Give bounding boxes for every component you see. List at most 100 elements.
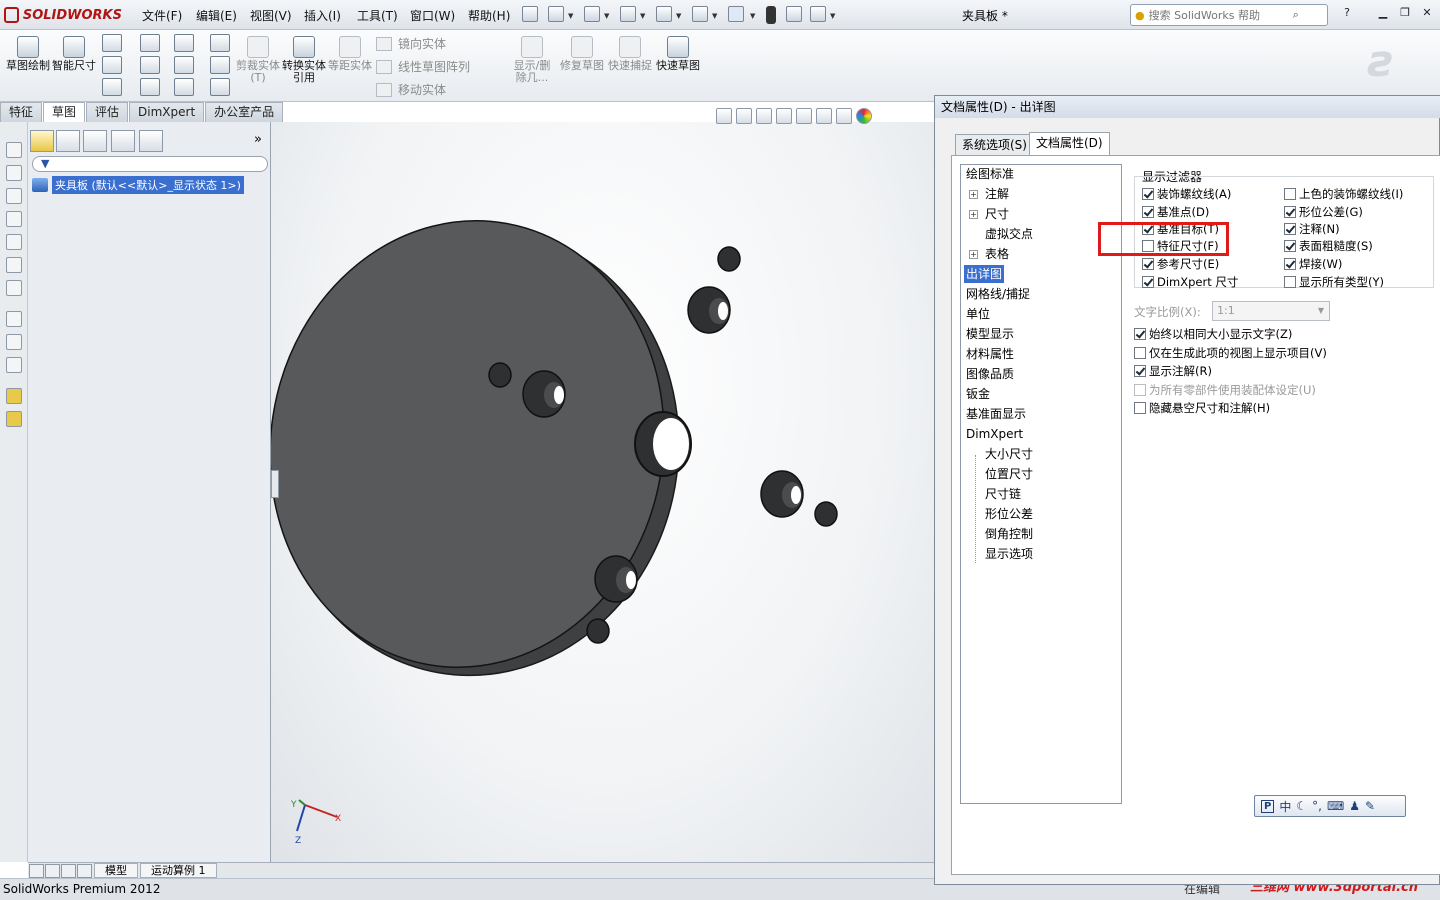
tab-model[interactable]: 模型 (94, 863, 138, 878)
tree-item-sheet-metal[interactable]: 钣金 (966, 385, 990, 403)
tree-item-units[interactable]: 单位 (966, 305, 990, 323)
restore-icon[interactable]: ❐ (1396, 6, 1414, 22)
panel-splitter-handle[interactable] (271, 470, 279, 498)
menu-view[interactable]: 视图(V) (250, 7, 292, 24)
wrench-icon[interactable]: ✎ (1365, 799, 1375, 813)
chevron-down-icon[interactable]: ▼ (640, 12, 645, 20)
tree-item-dimensions[interactable]: 尺寸 (985, 205, 1009, 223)
checkbox[interactable] (1284, 258, 1296, 270)
tab-system-options[interactable]: 系统选项(S) (955, 134, 1034, 155)
checkbox[interactable] (1284, 240, 1296, 252)
moon-icon[interactable]: ☾ (1296, 799, 1307, 813)
tree-item-chamfer-controls[interactable]: 倒角控制 (985, 525, 1033, 543)
extrude-boss-icon[interactable] (6, 142, 22, 158)
previous-view-icon[interactable] (756, 108, 772, 124)
expand-panel-icon[interactable]: » (254, 132, 262, 147)
ime-chinese-mode[interactable]: 中 (1279, 798, 1291, 815)
sweep-icon[interactable] (6, 188, 22, 204)
menu-help[interactable]: 帮助(H) (468, 7, 510, 24)
option-same-size-text[interactable]: 始终以相同大小显示文字(Z) (1134, 326, 1292, 342)
solidworks-logo[interactable]: SOLIDWORKS (4, 4, 122, 26)
option-use-assembly-setting[interactable]: 为所有零部件使用装配体设定(U) (1134, 382, 1316, 398)
edit-sketch-icon[interactable] (6, 311, 22, 327)
extrude-cut-icon[interactable] (6, 234, 22, 250)
spline-tool-icon[interactable] (174, 34, 194, 52)
previous-tab-icon[interactable] (45, 863, 60, 878)
option-display-only-in-view[interactable]: 仅在生成此项的视图上显示项目(V) (1134, 345, 1327, 361)
chevron-down-icon[interactable]: ▼ (604, 12, 609, 20)
polygon-tool-icon[interactable] (140, 78, 160, 96)
smart-dimension-button[interactable]: 智能尺寸 (52, 34, 96, 96)
tree-item-grid-snap[interactable]: 网格线/捕捉 (966, 285, 1030, 303)
last-tab-icon[interactable] (77, 863, 92, 878)
checkbox[interactable] (1284, 206, 1296, 218)
user-icon[interactable]: ♟ (1349, 799, 1360, 813)
filter-display-all-types[interactable]: 显示所有类型(Y) (1284, 274, 1384, 290)
scene-icon[interactable] (6, 411, 22, 427)
first-tab-icon[interactable] (29, 863, 44, 878)
menu-file[interactable]: 文件(F) (142, 7, 182, 24)
filter-geometric-tolerance[interactable]: 形位公差(G) (1284, 204, 1363, 220)
filter-datum-feature[interactable]: 基准点(D) (1142, 204, 1209, 220)
filter-cosmetic-thread[interactable]: 装饰螺纹线(A) (1142, 186, 1231, 202)
filter-reference-dimensions[interactable]: 参考尺寸(E) (1142, 256, 1219, 272)
filter-surface-finish[interactable]: 表面粗糙度(S) (1284, 238, 1373, 254)
search-icon[interactable]: ⌕ (1293, 8, 1299, 22)
fillet-icon[interactable] (6, 280, 22, 296)
filter-welds[interactable]: 焊接(W) (1284, 256, 1342, 272)
checkbox[interactable] (1142, 206, 1154, 218)
tree-item-virtual-sharps[interactable]: 虚拟交点 (985, 225, 1033, 243)
menu-window[interactable]: 窗口(W) (410, 7, 455, 24)
text-scale-select[interactable]: 1:1 ▼ (1212, 301, 1330, 321)
tree-item-image-quality[interactable]: 图像品质 (966, 365, 1014, 383)
circle-tool-icon[interactable] (140, 34, 160, 52)
chevron-down-icon[interactable]: ▼ (750, 12, 755, 20)
tree-item-tables[interactable]: 表格 (985, 245, 1009, 263)
chevron-down-icon[interactable]: ▼ (568, 12, 573, 20)
next-tab-icon[interactable] (61, 863, 76, 878)
tree-item-material-properties[interactable]: 材料属性 (966, 345, 1014, 363)
option-display-annotations[interactable]: 显示注解(R) (1134, 363, 1212, 379)
feature-tree-root[interactable]: 夹具板 (默认<<默认>_显示状态 1>) (32, 176, 244, 194)
expand-icon[interactable]: + (969, 250, 978, 259)
tree-item-dimxpert[interactable]: DimXpert (966, 425, 1023, 443)
open-folder-icon[interactable] (584, 6, 600, 22)
filter-notes[interactable]: 注释(N) (1284, 221, 1340, 237)
keyboard-icon[interactable]: ⌨ (1327, 799, 1344, 813)
repair-sketch-button[interactable]: 修复草图 (560, 34, 604, 96)
tree-item-drafting-standard[interactable]: 绘图标准 (966, 165, 1014, 183)
tree-item-detailing[interactable]: 出详图 (964, 265, 1005, 283)
trim-entities-button[interactable]: 剪裁实体(T) (236, 34, 280, 96)
checkbox[interactable] (1134, 384, 1146, 396)
line-tool-icon[interactable] (102, 34, 122, 52)
filter-shaded-cosmetic-thread[interactable]: 上色的装饰螺纹线(I) (1284, 186, 1403, 202)
checkbox[interactable] (1134, 347, 1146, 359)
offset-entities-button[interactable]: 等距实体 (328, 34, 372, 96)
expand-icon[interactable]: + (969, 190, 978, 199)
tab-document-properties[interactable]: 文档属性(D) (1029, 132, 1110, 156)
ellipse-tool-icon[interactable] (174, 56, 194, 74)
save-icon[interactable] (620, 6, 636, 22)
options-icon[interactable] (810, 6, 826, 22)
feature-manager-tab-icon[interactable] (30, 130, 54, 152)
close-icon[interactable]: ✕ (1418, 6, 1436, 22)
menu-tools[interactable]: 工具(T) (357, 7, 398, 24)
view-orientation-icon[interactable] (796, 108, 812, 124)
option-hide-dangling[interactable]: 隐藏悬空尺寸和注解(H) (1134, 400, 1270, 416)
help-button[interactable]: ? (1338, 6, 1356, 22)
appearance-icon[interactable] (6, 388, 22, 404)
chevron-down-icon[interactable]: ▼ (712, 12, 717, 20)
checkbox[interactable] (1284, 276, 1296, 288)
dimxpert-manager-tab-icon[interactable] (111, 130, 135, 152)
revolve-cut-icon[interactable] (6, 257, 22, 273)
filter-dimxpert-dimensions[interactable]: DimXpert 尺寸 (1142, 274, 1238, 290)
expand-icon[interactable]: + (969, 210, 978, 219)
edit-appearance-icon[interactable] (856, 108, 872, 124)
rectangle-tool-icon[interactable] (102, 56, 122, 74)
tab-dimxpert[interactable]: DimXpert (129, 102, 205, 122)
chevron-down-icon[interactable]: ▼ (830, 12, 835, 20)
ime-logo-icon[interactable]: P (1261, 799, 1275, 813)
move-entities-tool[interactable]: 移动实体 (376, 81, 446, 98)
graphics-area[interactable]: X Y Z (271, 122, 935, 862)
tree-item-location-dimension[interactable]: 位置尺寸 (985, 465, 1033, 483)
